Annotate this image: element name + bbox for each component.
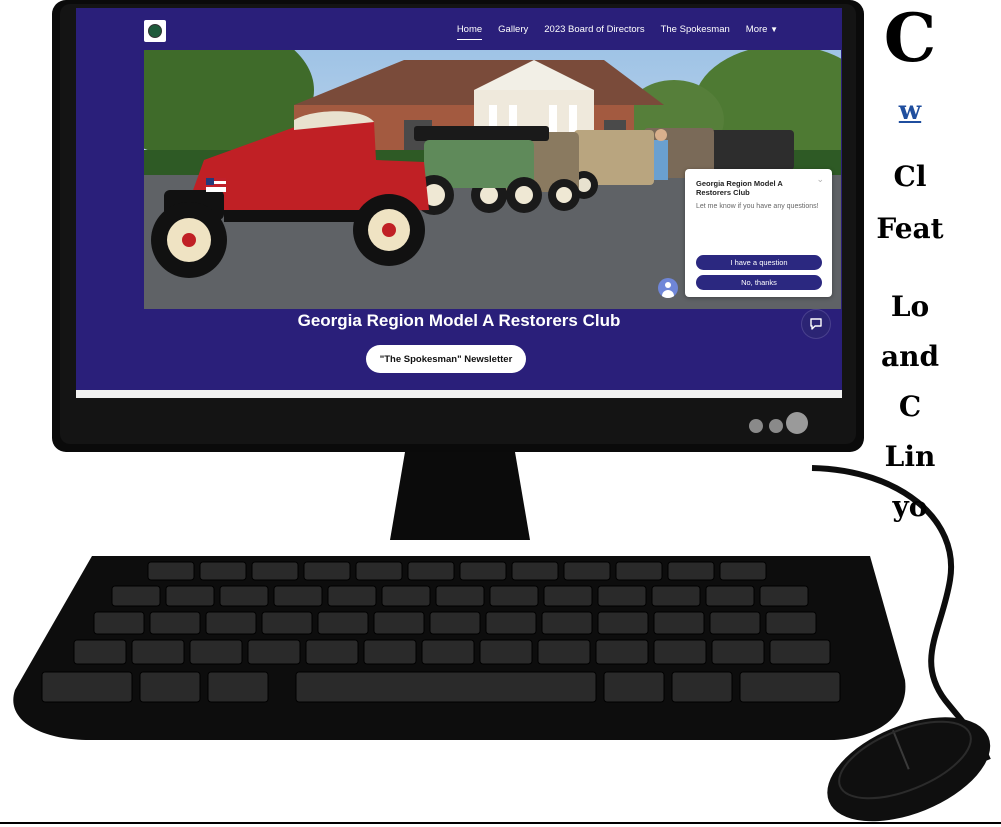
club-logo-icon[interactable] xyxy=(144,20,166,42)
monitor-stand xyxy=(390,452,530,540)
newsletter-button[interactable]: "The Spokesman" Newsletter xyxy=(366,345,526,373)
chat-popup: Georgia Region Model A Restorers Club ⌄ … xyxy=(685,169,832,297)
chat-title: Georgia Region Model A Restorers Club xyxy=(696,179,783,197)
nav-more-label: More xyxy=(745,24,768,35)
slide-line: yo xyxy=(892,490,928,523)
nav-home[interactable]: Home xyxy=(456,24,483,40)
have-question-button[interactable]: I have a question xyxy=(696,255,822,270)
main-nav: Home Gallery 2023 Board of Directors The… xyxy=(456,24,778,40)
avatar-icon xyxy=(658,278,678,298)
nav-more[interactable]: More ▼ xyxy=(746,24,778,40)
site-title: Georgia Region Model A Restorers Club xyxy=(297,311,621,330)
nav-gallery[interactable]: Gallery xyxy=(498,24,528,40)
chat-message: Let me know if you have any questions! xyxy=(696,203,819,210)
website-screen: Home Gallery 2023 Board of Directors The… xyxy=(76,8,842,390)
screen-bottom-edge xyxy=(76,390,842,398)
slide-line: Lin xyxy=(884,440,936,473)
close-icon[interactable]: ⌄ xyxy=(816,174,824,185)
nav-the-spokesman[interactable]: The Spokesman xyxy=(661,24,730,40)
space-bar xyxy=(295,671,597,703)
chat-bubble-icon[interactable] xyxy=(802,310,830,338)
caret-down-icon: ▼ xyxy=(770,25,778,34)
no-thanks-button[interactable]: No, thanks xyxy=(696,275,822,290)
nav-board-of-directors[interactable]: 2023 Board of Directors xyxy=(544,24,644,40)
